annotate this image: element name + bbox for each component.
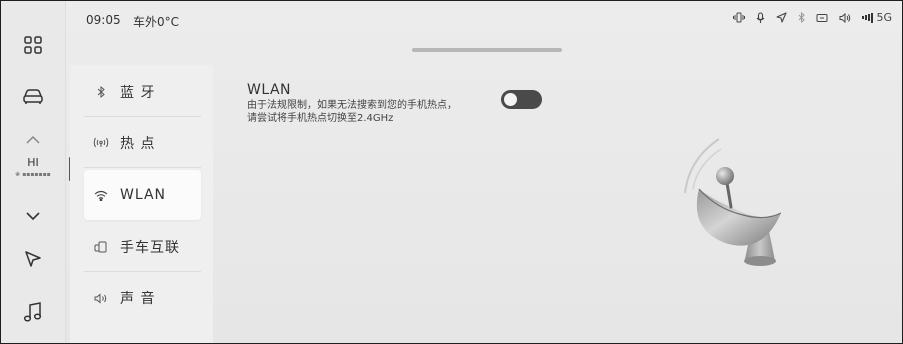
menu-item-label: 蓝 牙: [120, 84, 156, 101]
wifi-icon: [90, 190, 112, 201]
music-icon: [23, 302, 42, 322]
screen: HI ❀ ▪▪▪▪▪▪▪ 09:05 车外0°C 5G 蓝 牙 热 点 WLAN…: [0, 0, 903, 344]
microphone-icon: [756, 11, 765, 24]
clock: 09:05: [86, 13, 121, 27]
car-icon: [23, 89, 43, 104]
wlan-toggle-knob: [504, 93, 517, 106]
phone-car-link-icon: [90, 241, 112, 253]
menu-item-label: 手车互联: [120, 239, 180, 256]
signal-bars-icon: [862, 12, 874, 23]
apps-button[interactable]: [1, 31, 65, 59]
chevron-down-icon: [26, 211, 40, 220]
bluetooth-icon: [90, 85, 112, 98]
screen-mirror-icon: [816, 13, 828, 23]
outside-temperature: 车外0°C: [133, 15, 180, 29]
fan-speed-display: HI ❀ ▪▪▪▪▪▪▪: [1, 156, 65, 179]
chevron-up-icon: [26, 135, 40, 144]
wlan-description: 由于法规限制，如果无法搜索到您的手机热点，请尝试将手机热点切换至2.4GHz: [247, 100, 457, 124]
fan-speed-label: HI: [27, 156, 39, 169]
menu-item-wlan[interactable]: WLAN: [84, 170, 201, 220]
navigation-button[interactable]: [1, 247, 65, 271]
wlan-toggle[interactable]: [501, 90, 542, 109]
menu-item-label: WLAN: [120, 187, 167, 203]
signal-strength: 5G: [862, 11, 892, 24]
speaker-icon: [90, 292, 112, 304]
left-rail: HI ❀ ▪▪▪▪▪▪▪: [1, 1, 66, 343]
menu-item-label: 热 点: [120, 135, 156, 152]
music-button[interactable]: [1, 299, 65, 325]
wlan-title: WLAN: [247, 82, 292, 98]
bluetooth-status-icon: [798, 12, 806, 23]
location-icon: [776, 12, 788, 23]
pull-down-handle[interactable]: [412, 48, 562, 52]
settings-menu: 蓝 牙 热 点 WLAN 手车互联 声 音: [70, 65, 213, 343]
fan-down-button[interactable]: [1, 206, 65, 226]
navigation-icon: [25, 251, 41, 267]
menu-item-hotspot[interactable]: 热 点: [84, 118, 201, 168]
status-icons: 5G: [733, 11, 892, 24]
menu-item-phone-car-link[interactable]: 手车互联: [84, 222, 201, 272]
vibrate-icon: [733, 12, 746, 23]
menu-item-label: 声 音: [120, 291, 156, 307]
vehicle-button[interactable]: [1, 83, 65, 111]
apps-grid-icon: [24, 36, 42, 54]
satellite-dish-illustration: [684, 138, 782, 266]
volume-icon: [839, 12, 851, 23]
fan-level-indicator: ❀ ▪▪▪▪▪▪▪: [15, 171, 51, 178]
hotspot-icon: [90, 137, 112, 148]
menu-item-bluetooth[interactable]: 蓝 牙: [84, 67, 201, 117]
menu-item-sound[interactable]: 声 音: [84, 273, 201, 323]
network-type: 5G: [876, 11, 892, 24]
fan-up-button[interactable]: [1, 129, 65, 149]
